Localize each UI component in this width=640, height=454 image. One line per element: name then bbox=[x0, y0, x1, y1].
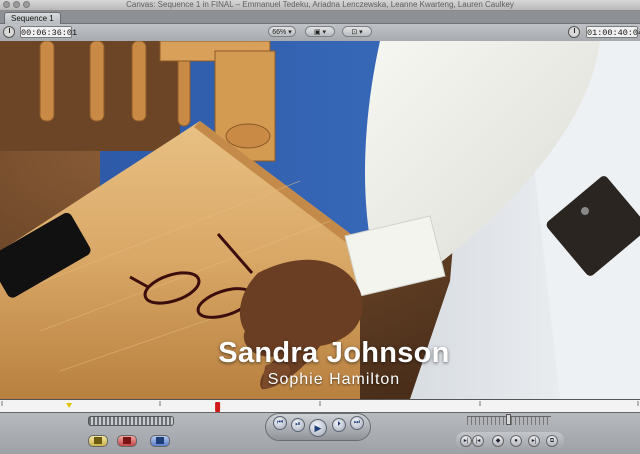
canvas-video-frame[interactable]: Sandra Johnson Sophie Hamilton bbox=[0, 41, 640, 399]
overwrite-edit-icon bbox=[123, 437, 131, 444]
add-keyframe-button[interactable]: ◆ bbox=[492, 435, 504, 447]
previous-edit-icon: ⏮ bbox=[276, 419, 284, 426]
title-subtitle-text: Sophie Hamilton bbox=[267, 371, 401, 388]
duration-timecode-field[interactable]: 00:06:36:01 bbox=[20, 26, 77, 38]
overwrite-edit-button[interactable] bbox=[117, 435, 137, 447]
play-button[interactable]: ▶ bbox=[309, 419, 327, 437]
insert-edit-icon bbox=[94, 437, 102, 444]
mark-clip-icon: ▸| bbox=[463, 438, 469, 444]
previous-edit-button[interactable]: ⏮ bbox=[273, 416, 287, 430]
overlay-icon: ⊡ bbox=[351, 29, 358, 36]
current-time-clock-icon bbox=[568, 26, 580, 38]
window-titlebar: Canvas: Sequence 1 in FINAL – Emmanuel T… bbox=[0, 0, 640, 11]
play-in-out-icon: ⏯ bbox=[295, 421, 301, 428]
jog-knob[interactable] bbox=[506, 414, 511, 425]
title-name-text: Sandra Johnson bbox=[218, 337, 450, 369]
match-frame-icon: ⧉ bbox=[549, 438, 555, 444]
overlay-popup[interactable]: ⊡ ▾ bbox=[342, 26, 372, 37]
transport-controls: ⏮ ⏯ ▶ ⏵ ⏭ bbox=[0, 413, 640, 454]
add-marker-button[interactable]: ● bbox=[510, 435, 522, 447]
replace-edit-icon bbox=[156, 437, 164, 444]
mark-in-button[interactable]: |◂ bbox=[472, 435, 484, 447]
view-mode-popup[interactable]: ▣ ▾ bbox=[305, 26, 335, 37]
next-edit-icon: ⏭ bbox=[353, 419, 361, 426]
play-icon: ▶ bbox=[314, 423, 322, 433]
current-timecode-field[interactable]: 01:00:40:04 bbox=[586, 26, 640, 38]
keyframe-icon: ◆ bbox=[495, 438, 501, 444]
duration-clock-icon bbox=[3, 26, 15, 38]
chevron-down-icon: ▾ bbox=[288, 29, 292, 36]
image-display-icon: ▣ bbox=[313, 29, 321, 36]
zoom-popup[interactable]: 66% ▾ bbox=[268, 26, 296, 37]
match-frame-button[interactable]: ⧉ bbox=[546, 435, 558, 447]
play-in-to-out-button[interactable]: ⏯ bbox=[291, 418, 305, 432]
window-title: Canvas: Sequence 1 in FINAL – Emmanuel T… bbox=[126, 0, 514, 9]
mark-in-icon: |◂ bbox=[475, 438, 481, 444]
playhead[interactable] bbox=[215, 402, 221, 412]
zoom-value: 66% bbox=[272, 29, 287, 36]
marker-icon: ● bbox=[514, 438, 518, 444]
next-edit-button[interactable]: ⏭ bbox=[350, 416, 364, 430]
play-around-icon: ⏵ bbox=[337, 421, 341, 428]
mark-out-icon: ▸| bbox=[531, 438, 537, 444]
chevron-down-icon: ▾ bbox=[322, 29, 327, 36]
shuttle-control[interactable] bbox=[88, 416, 174, 426]
timeline-scrubber[interactable] bbox=[0, 399, 640, 413]
play-around-button[interactable]: ⏵ bbox=[332, 418, 346, 432]
insert-edit-button[interactable] bbox=[88, 435, 108, 447]
canvas-toolbar: 00:06:36:01 66% ▾ ▣ ▾ ⊡ ▾ 01:00:40:04 bbox=[0, 24, 640, 42]
tab-sequence-1[interactable]: Sequence 1 bbox=[4, 12, 61, 24]
mark-out-button[interactable]: ▸| bbox=[528, 435, 540, 447]
in-point-marker[interactable] bbox=[66, 403, 73, 408]
scrubber-ruler bbox=[1, 401, 639, 412]
replace-edit-button[interactable] bbox=[150, 435, 170, 447]
mark-clip-button[interactable]: ▸| bbox=[460, 435, 472, 447]
chevron-down-icon: ▾ bbox=[359, 29, 363, 36]
tab-bar: Sequence 1 bbox=[0, 11, 640, 24]
